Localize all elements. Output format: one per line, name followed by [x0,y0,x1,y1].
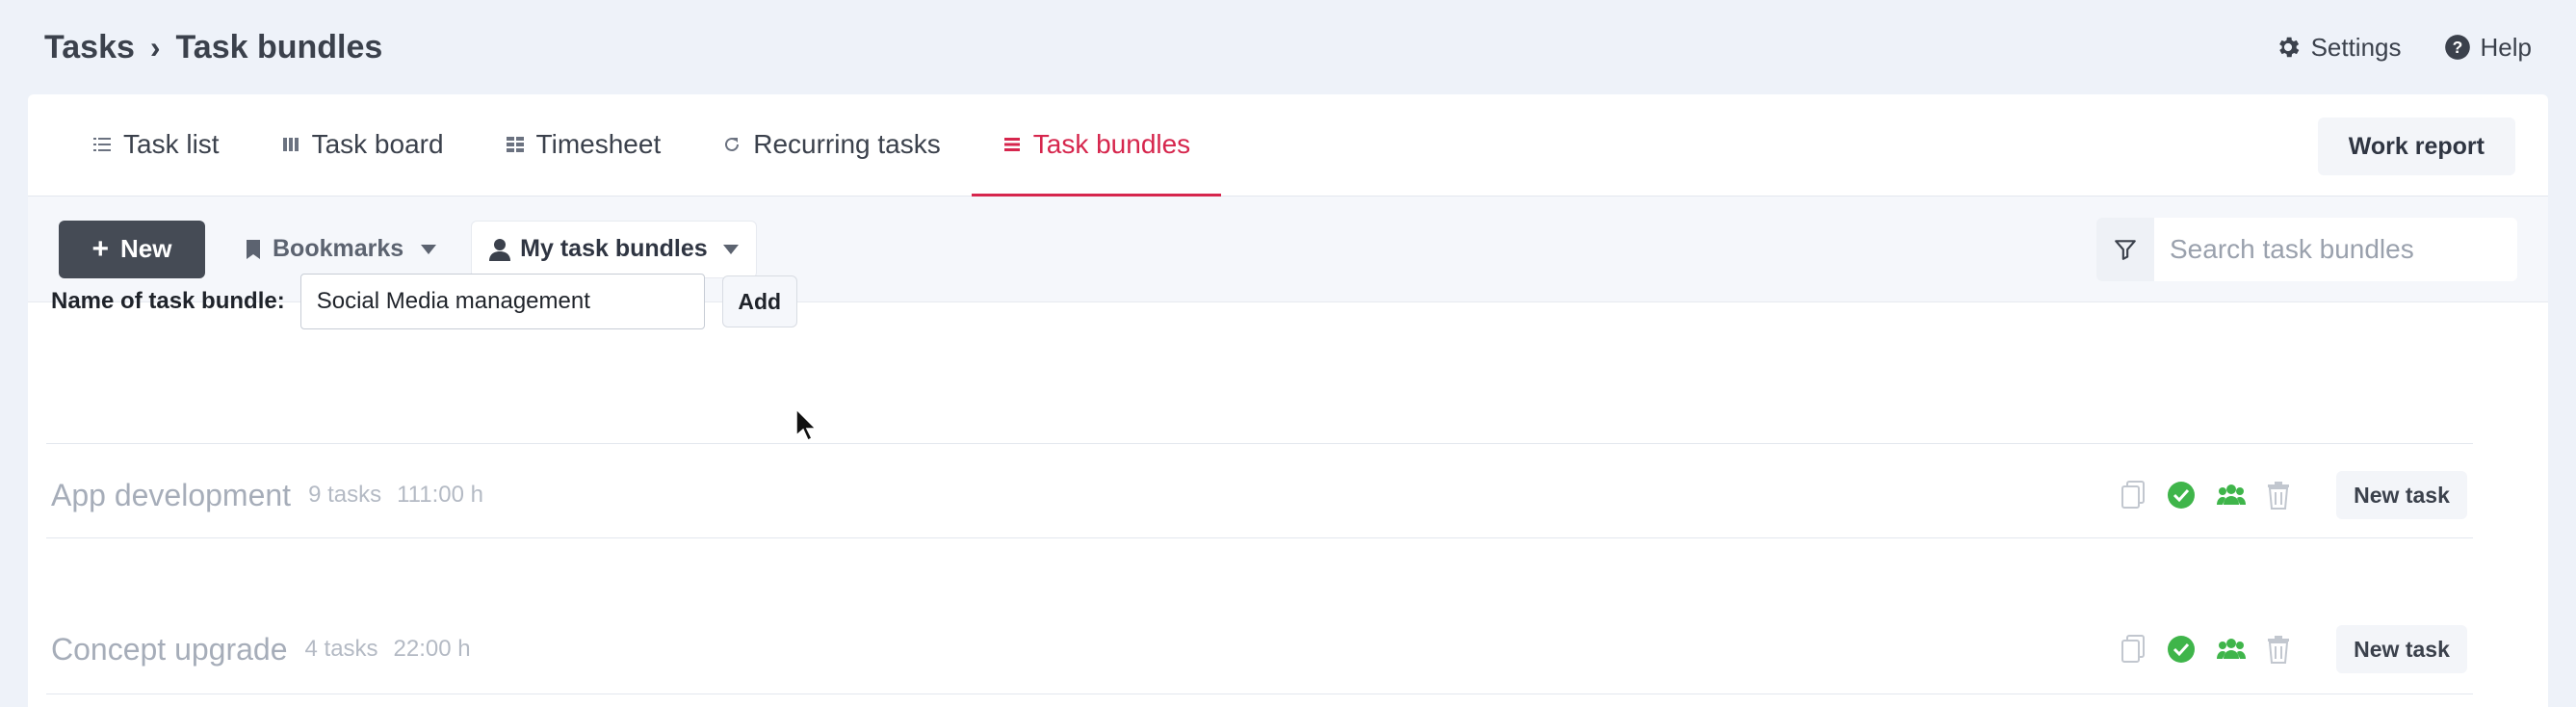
top-actions: Settings ? Help [2275,33,2532,63]
tab-label: Task list [123,129,220,159]
tab-label: Timesheet [535,129,662,159]
help-label: Help [2480,32,2532,62]
tab-task-list[interactable]: Task list [62,93,250,196]
new-button[interactable]: + New [59,220,205,278]
help-button[interactable]: ? Help [2444,33,2532,63]
work-report-button[interactable]: Work report [2317,118,2515,175]
copy-icon[interactable] [2121,481,2146,510]
filter-button[interactable] [2096,218,2154,281]
add-button[interactable]: Add [721,275,797,327]
breadcrumb: Tasks › Task bundles [44,29,382,66]
new-task-button[interactable]: New task [2336,625,2467,673]
trash-icon[interactable] [2267,481,2290,510]
bundle-actions [2121,635,2290,664]
bundle-actions [2121,481,2290,510]
bookmark-icon [247,239,260,259]
check-circle-icon[interactable] [2167,635,2196,664]
bundle-name-label: Name of task bundle: [51,288,285,314]
help-icon: ? [2444,35,2470,60]
bookmarks-dropdown[interactable]: Bookmarks [246,235,437,263]
new-label: New [120,234,172,263]
bundle-hours: 22:00 h [393,636,471,662]
breadcrumb-root[interactable]: Tasks [44,29,135,66]
svg-text:?: ? [2452,38,2462,57]
user-icon [489,238,511,261]
page-title: Task bundles [175,28,383,65]
trash-icon[interactable] [2267,635,2290,664]
board-icon [282,138,299,151]
breadcrumb-separator: › [149,29,161,65]
settings-button[interactable]: Settings [2275,33,2402,63]
bundle-name-input[interactable] [299,274,705,329]
new-task-button[interactable]: New task [2336,471,2467,519]
my-task-bundles-label: My task bundles [520,235,708,262]
search-input[interactable] [2154,218,2517,281]
tab-bar: Task list Task board Timesheet Recurring… [28,94,2548,196]
check-circle-icon[interactable] [2167,481,2196,510]
bundle-title[interactable]: App development [51,478,291,513]
gear-icon [2278,37,2299,58]
tab-label: Task bundles [1032,129,1191,159]
search-box [2096,218,2517,281]
chevron-down-icon [722,244,739,254]
bundle-task-count: 9 tasks [308,482,382,508]
main-card: Task list Task board Timesheet Recurring… [28,94,2548,707]
tab-label: Task board [311,129,444,159]
plus-icon: + [91,232,110,265]
tab-label: Recurring tasks [753,129,941,159]
tab-timesheet[interactable]: Timesheet [475,93,692,196]
divider [46,537,2473,538]
grid-icon [506,137,524,152]
bundle-title[interactable]: Concept upgrade [51,632,288,668]
settings-label: Settings [2310,32,2402,62]
copy-icon[interactable] [2121,635,2146,664]
bookmarks-label: Bookmarks [273,235,404,262]
users-icon[interactable] [2217,484,2246,507]
list-item: App development 9 tasks 111:00 h New tas… [51,466,2473,524]
divider [46,443,2473,444]
refresh-icon [725,137,740,151]
filter-icon [2115,240,2136,260]
my-task-bundles-dropdown[interactable]: My task bundles [471,220,757,278]
tab-task-bundles[interactable]: Task bundles [971,93,1222,196]
tab-recurring-tasks[interactable]: Recurring tasks [691,93,972,196]
top-bar: Tasks › Task bundles Settings ? Help [0,0,2576,94]
users-icon[interactable] [2217,638,2246,661]
bundle-hours: 111:00 h [397,482,483,508]
list-item: Concept upgrade 4 tasks 22:00 h New task [51,620,2473,678]
chevron-down-icon [421,244,437,254]
bundle-task-count: 4 tasks [304,636,378,662]
list-icon [93,138,111,151]
tab-task-board[interactable]: Task board [250,93,475,196]
stack-icon [1003,138,1020,151]
mouse-cursor-icon [795,408,817,441]
add-bundle-form: Name of task bundle: Add [51,274,797,329]
